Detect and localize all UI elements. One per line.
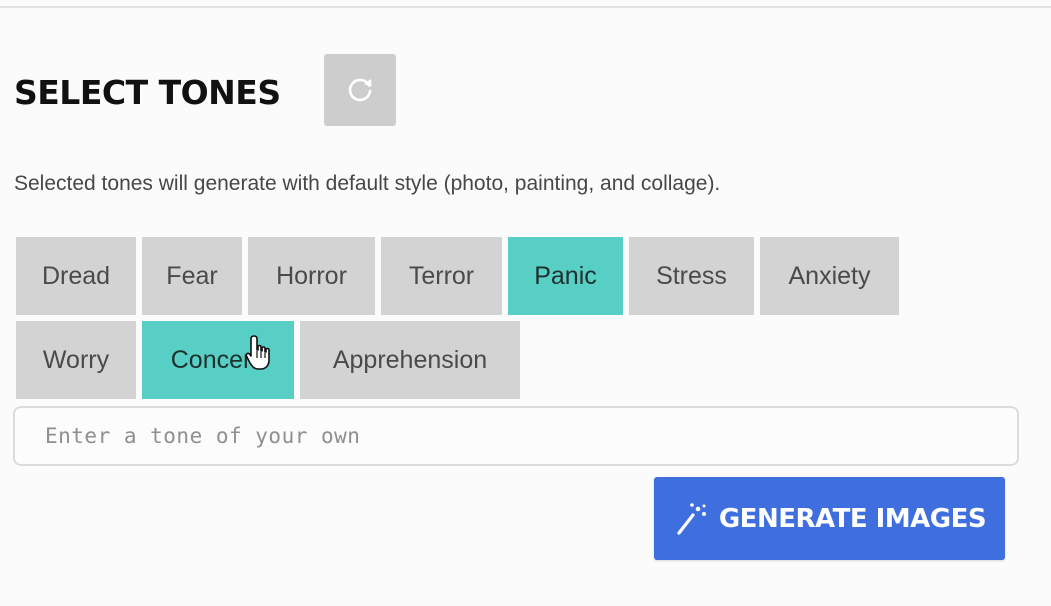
refresh-icon: [348, 78, 372, 102]
description-text: Selected tones will generate with defaul…: [14, 172, 721, 195]
tone-row-2: Worry Concern Apprehension: [16, 321, 520, 399]
generate-images-label: GENERATE IMAGES: [718, 503, 987, 534]
tone-label: Dread: [41, 261, 111, 290]
tone-row-1: Dread Fear Horror Terror Panic Stress An…: [16, 237, 899, 315]
refresh-button[interactable]: [324, 54, 396, 126]
tone-label: Fear: [166, 261, 218, 290]
tone-option-fear[interactable]: Fear: [142, 237, 242, 315]
tone-option-horror[interactable]: Horror: [248, 237, 375, 315]
tone-option-apprehension[interactable]: Apprehension: [300, 321, 520, 399]
tone-option-anxiety[interactable]: Anxiety: [760, 237, 899, 315]
custom-tone-input[interactable]: [13, 406, 1019, 466]
tone-option-terror[interactable]: Terror: [381, 237, 502, 315]
magic-wand-icon: [677, 502, 706, 535]
tone-label: Anxiety: [788, 261, 871, 290]
tone-label: Stress: [656, 261, 727, 290]
generate-images-button[interactable]: GENERATE IMAGES: [654, 477, 1005, 560]
tone-label: Terror: [408, 261, 475, 290]
tone-label: Panic: [534, 261, 597, 290]
tone-option-panic[interactable]: Panic: [508, 237, 623, 315]
tone-option-concern[interactable]: Concern: [142, 321, 294, 399]
tone-label: Apprehension: [332, 345, 488, 374]
header: SELECT TONES: [14, 54, 396, 126]
tone-label: Concern: [170, 345, 266, 374]
tone-option-dread[interactable]: Dread: [16, 237, 136, 315]
tone-label: Worry: [42, 345, 110, 374]
page-title: SELECT TONES: [14, 72, 281, 112]
tone-option-worry[interactable]: Worry: [16, 321, 136, 399]
tone-label: Horror: [276, 261, 347, 290]
top-divider: [0, 6, 1051, 8]
tone-option-stress[interactable]: Stress: [629, 237, 754, 315]
